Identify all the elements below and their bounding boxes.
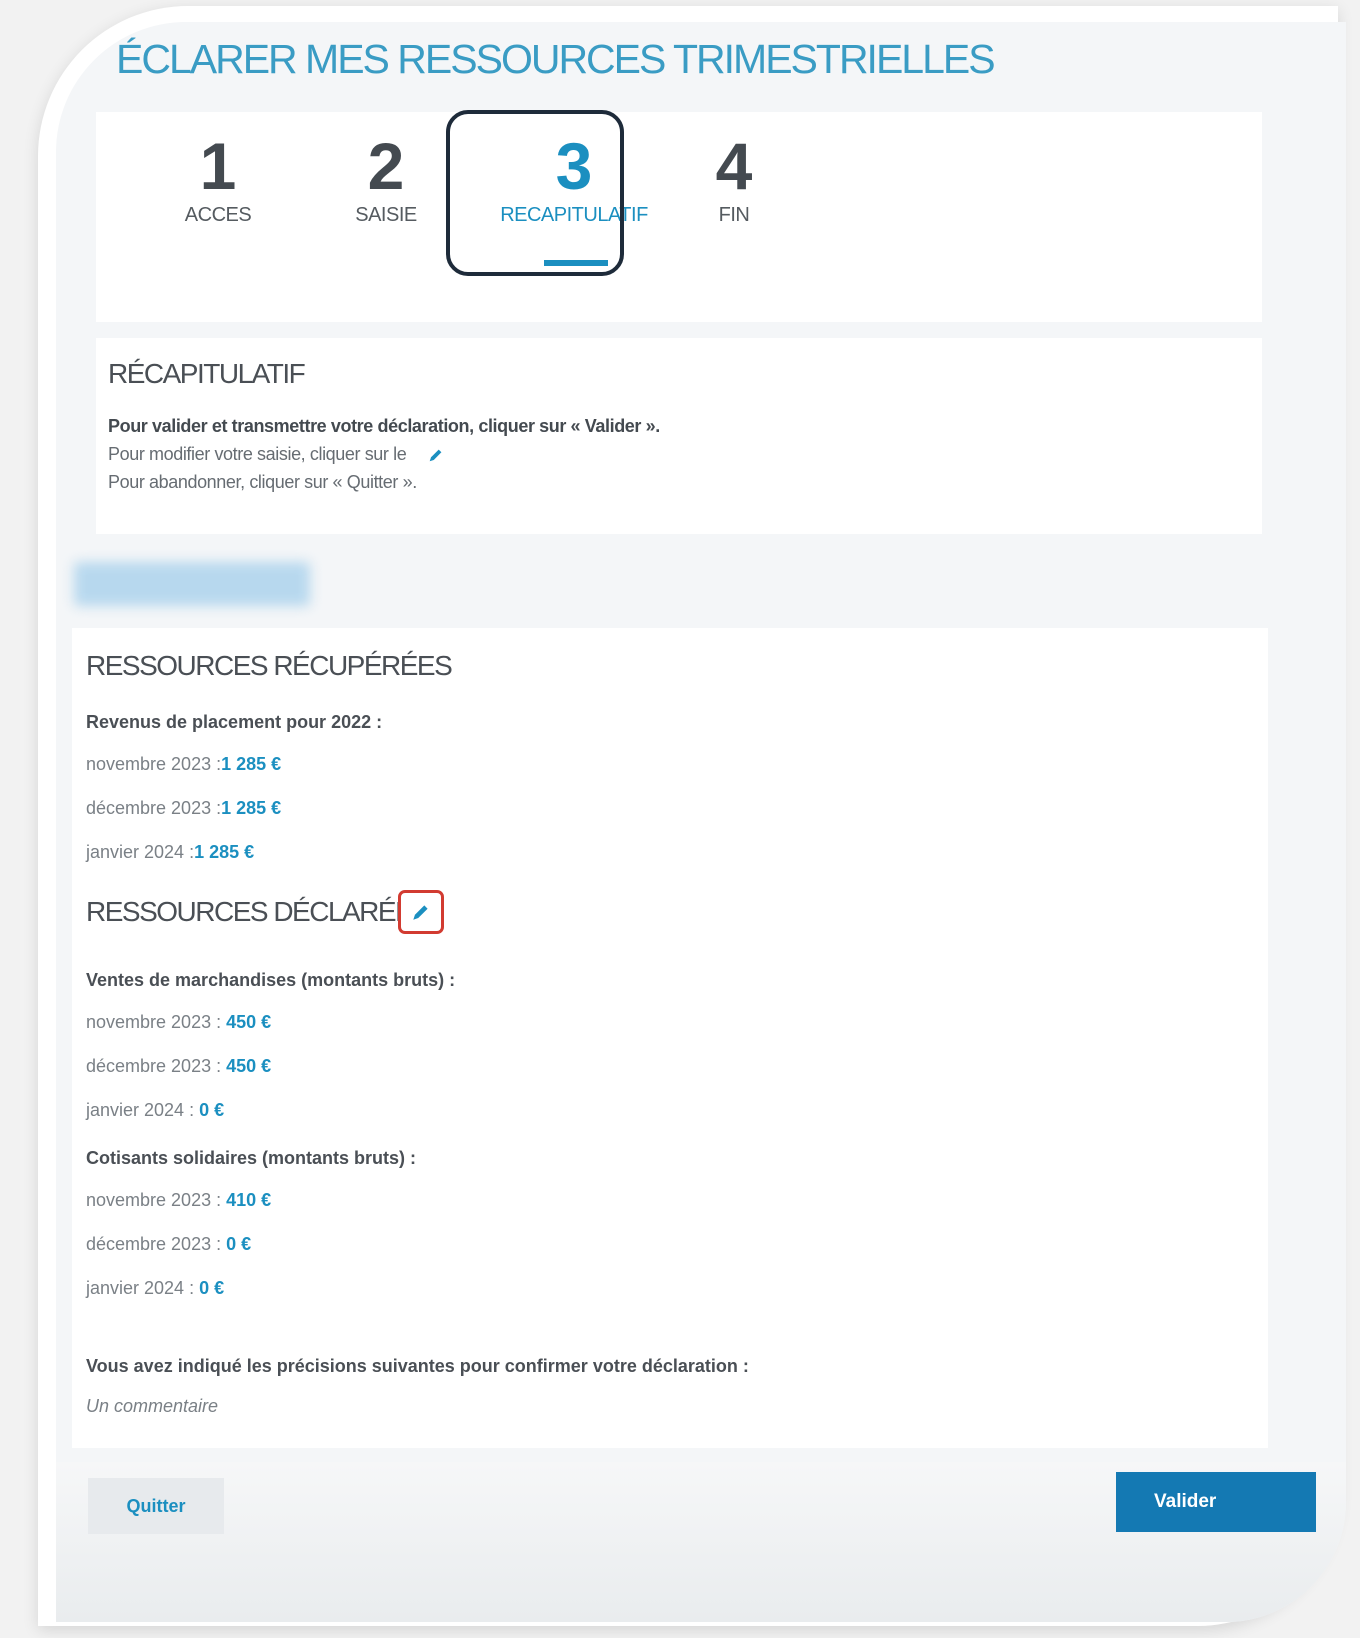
pencil-icon bbox=[429, 449, 442, 462]
pencil-icon bbox=[413, 905, 428, 920]
amount-value: 410 € bbox=[226, 1190, 272, 1210]
page-title: ÉCLARER MES RESSOURCES TRIMESTRIELLES bbox=[116, 36, 996, 82]
resources-card: RESSOURCES RÉCUPÉRÉES Revenus de placeme… bbox=[72, 628, 1268, 1448]
step-label: FIN bbox=[718, 204, 750, 226]
quit-button[interactable]: Quitter bbox=[88, 1478, 224, 1534]
month-label: janvier 2024 : bbox=[86, 1100, 200, 1120]
stepper: 1 ACCES 2 SAISIE 3 RECAPITULATIF 4 FIN bbox=[96, 112, 1262, 322]
amount-value: 0 € bbox=[226, 1234, 252, 1254]
month-label: novembre 2023 : bbox=[86, 1190, 227, 1210]
amount-value: 450 € bbox=[226, 1056, 272, 1076]
step-label: SAISIE bbox=[355, 204, 417, 226]
amount-value: 0 € bbox=[199, 1278, 225, 1298]
recap-modify-instruction-row: Pour modifier votre saisie, cliquer sur … bbox=[108, 444, 445, 465]
list-item: novembre 2023 : 410 € bbox=[86, 1190, 271, 1211]
step-acces[interactable]: 1 ACCES bbox=[138, 130, 298, 227]
amount-value: 0 € bbox=[199, 1100, 225, 1120]
step-fin[interactable]: 4 FIN bbox=[654, 130, 814, 227]
recap-info-card: RÉCAPITULATIF Pour valider et transmettr… bbox=[96, 338, 1262, 534]
amount-value: 1 285 € bbox=[221, 798, 282, 818]
recap-heading: RÉCAPITULATIF bbox=[108, 358, 306, 389]
step-saisie[interactable]: 2 SAISIE bbox=[306, 130, 466, 227]
recap-validate-instruction: Pour valider et transmettre votre déclar… bbox=[108, 416, 660, 436]
step-number: 4 bbox=[715, 129, 753, 203]
merchandise-sales-title: Ventes de marchandises (montants bruts) … bbox=[86, 970, 456, 990]
list-item: décembre 2023 :1 285 € bbox=[86, 798, 281, 819]
active-step-highlight-box bbox=[446, 110, 624, 276]
month-label: novembre 2023 : bbox=[86, 1012, 227, 1032]
amount-value: 1 285 € bbox=[194, 842, 255, 862]
list-item: janvier 2024 : 0 € bbox=[86, 1100, 224, 1121]
recap-quit-instruction: Pour abandonner, cliquer sur « Quitter »… bbox=[108, 472, 417, 492]
recap-modify-instruction: Pour modifier votre saisie, cliquer sur … bbox=[108, 444, 407, 464]
month-label: décembre 2023 : bbox=[86, 798, 222, 818]
edit-declared-resources-button[interactable] bbox=[398, 890, 444, 934]
blurred-tab bbox=[74, 562, 310, 606]
month-label: janvier 2024 : bbox=[86, 842, 195, 862]
recovered-resources-heading: RESSOURCES RÉCUPÉRÉES bbox=[86, 650, 453, 681]
month-label: novembre 2023 : bbox=[86, 754, 222, 774]
amount-value: 1 285 € bbox=[221, 754, 282, 774]
list-item: décembre 2023 : 450 € bbox=[86, 1056, 271, 1077]
month-label: décembre 2023 : bbox=[86, 1056, 227, 1076]
app-screen: ÉCLARER MES RESSOURCES TRIMESTRIELLES 1 … bbox=[56, 22, 1346, 1622]
list-item: décembre 2023 : 0 € bbox=[86, 1234, 251, 1255]
precisions-comment: Un commentaire bbox=[86, 1396, 219, 1416]
amount-value: 450 € bbox=[226, 1012, 272, 1032]
month-label: janvier 2024 : bbox=[86, 1278, 200, 1298]
list-item: novembre 2023 :1 285 € bbox=[86, 754, 281, 775]
declared-resources-heading: RESSOURCES DÉCLARÉES bbox=[86, 896, 431, 927]
footer-bar: Quitter Valider bbox=[56, 1462, 1346, 1622]
step-number: 2 bbox=[367, 129, 405, 203]
month-label: décembre 2023 : bbox=[86, 1234, 227, 1254]
precisions-label: Vous avez indiqué les précisions suivant… bbox=[86, 1356, 749, 1376]
step-number: 1 bbox=[199, 129, 237, 203]
list-item: novembre 2023 : 450 € bbox=[86, 1012, 271, 1033]
step-label: ACCES bbox=[184, 204, 252, 226]
investment-income-title: Revenus de placement pour 2022 : bbox=[86, 712, 383, 732]
list-item: janvier 2024 :1 285 € bbox=[86, 842, 254, 863]
solidarity-contributors-title: Cotisants solidaires (montants bruts) : bbox=[86, 1148, 417, 1168]
list-item: janvier 2024 : 0 € bbox=[86, 1278, 224, 1299]
validate-button[interactable]: Valider bbox=[1116, 1472, 1316, 1532]
